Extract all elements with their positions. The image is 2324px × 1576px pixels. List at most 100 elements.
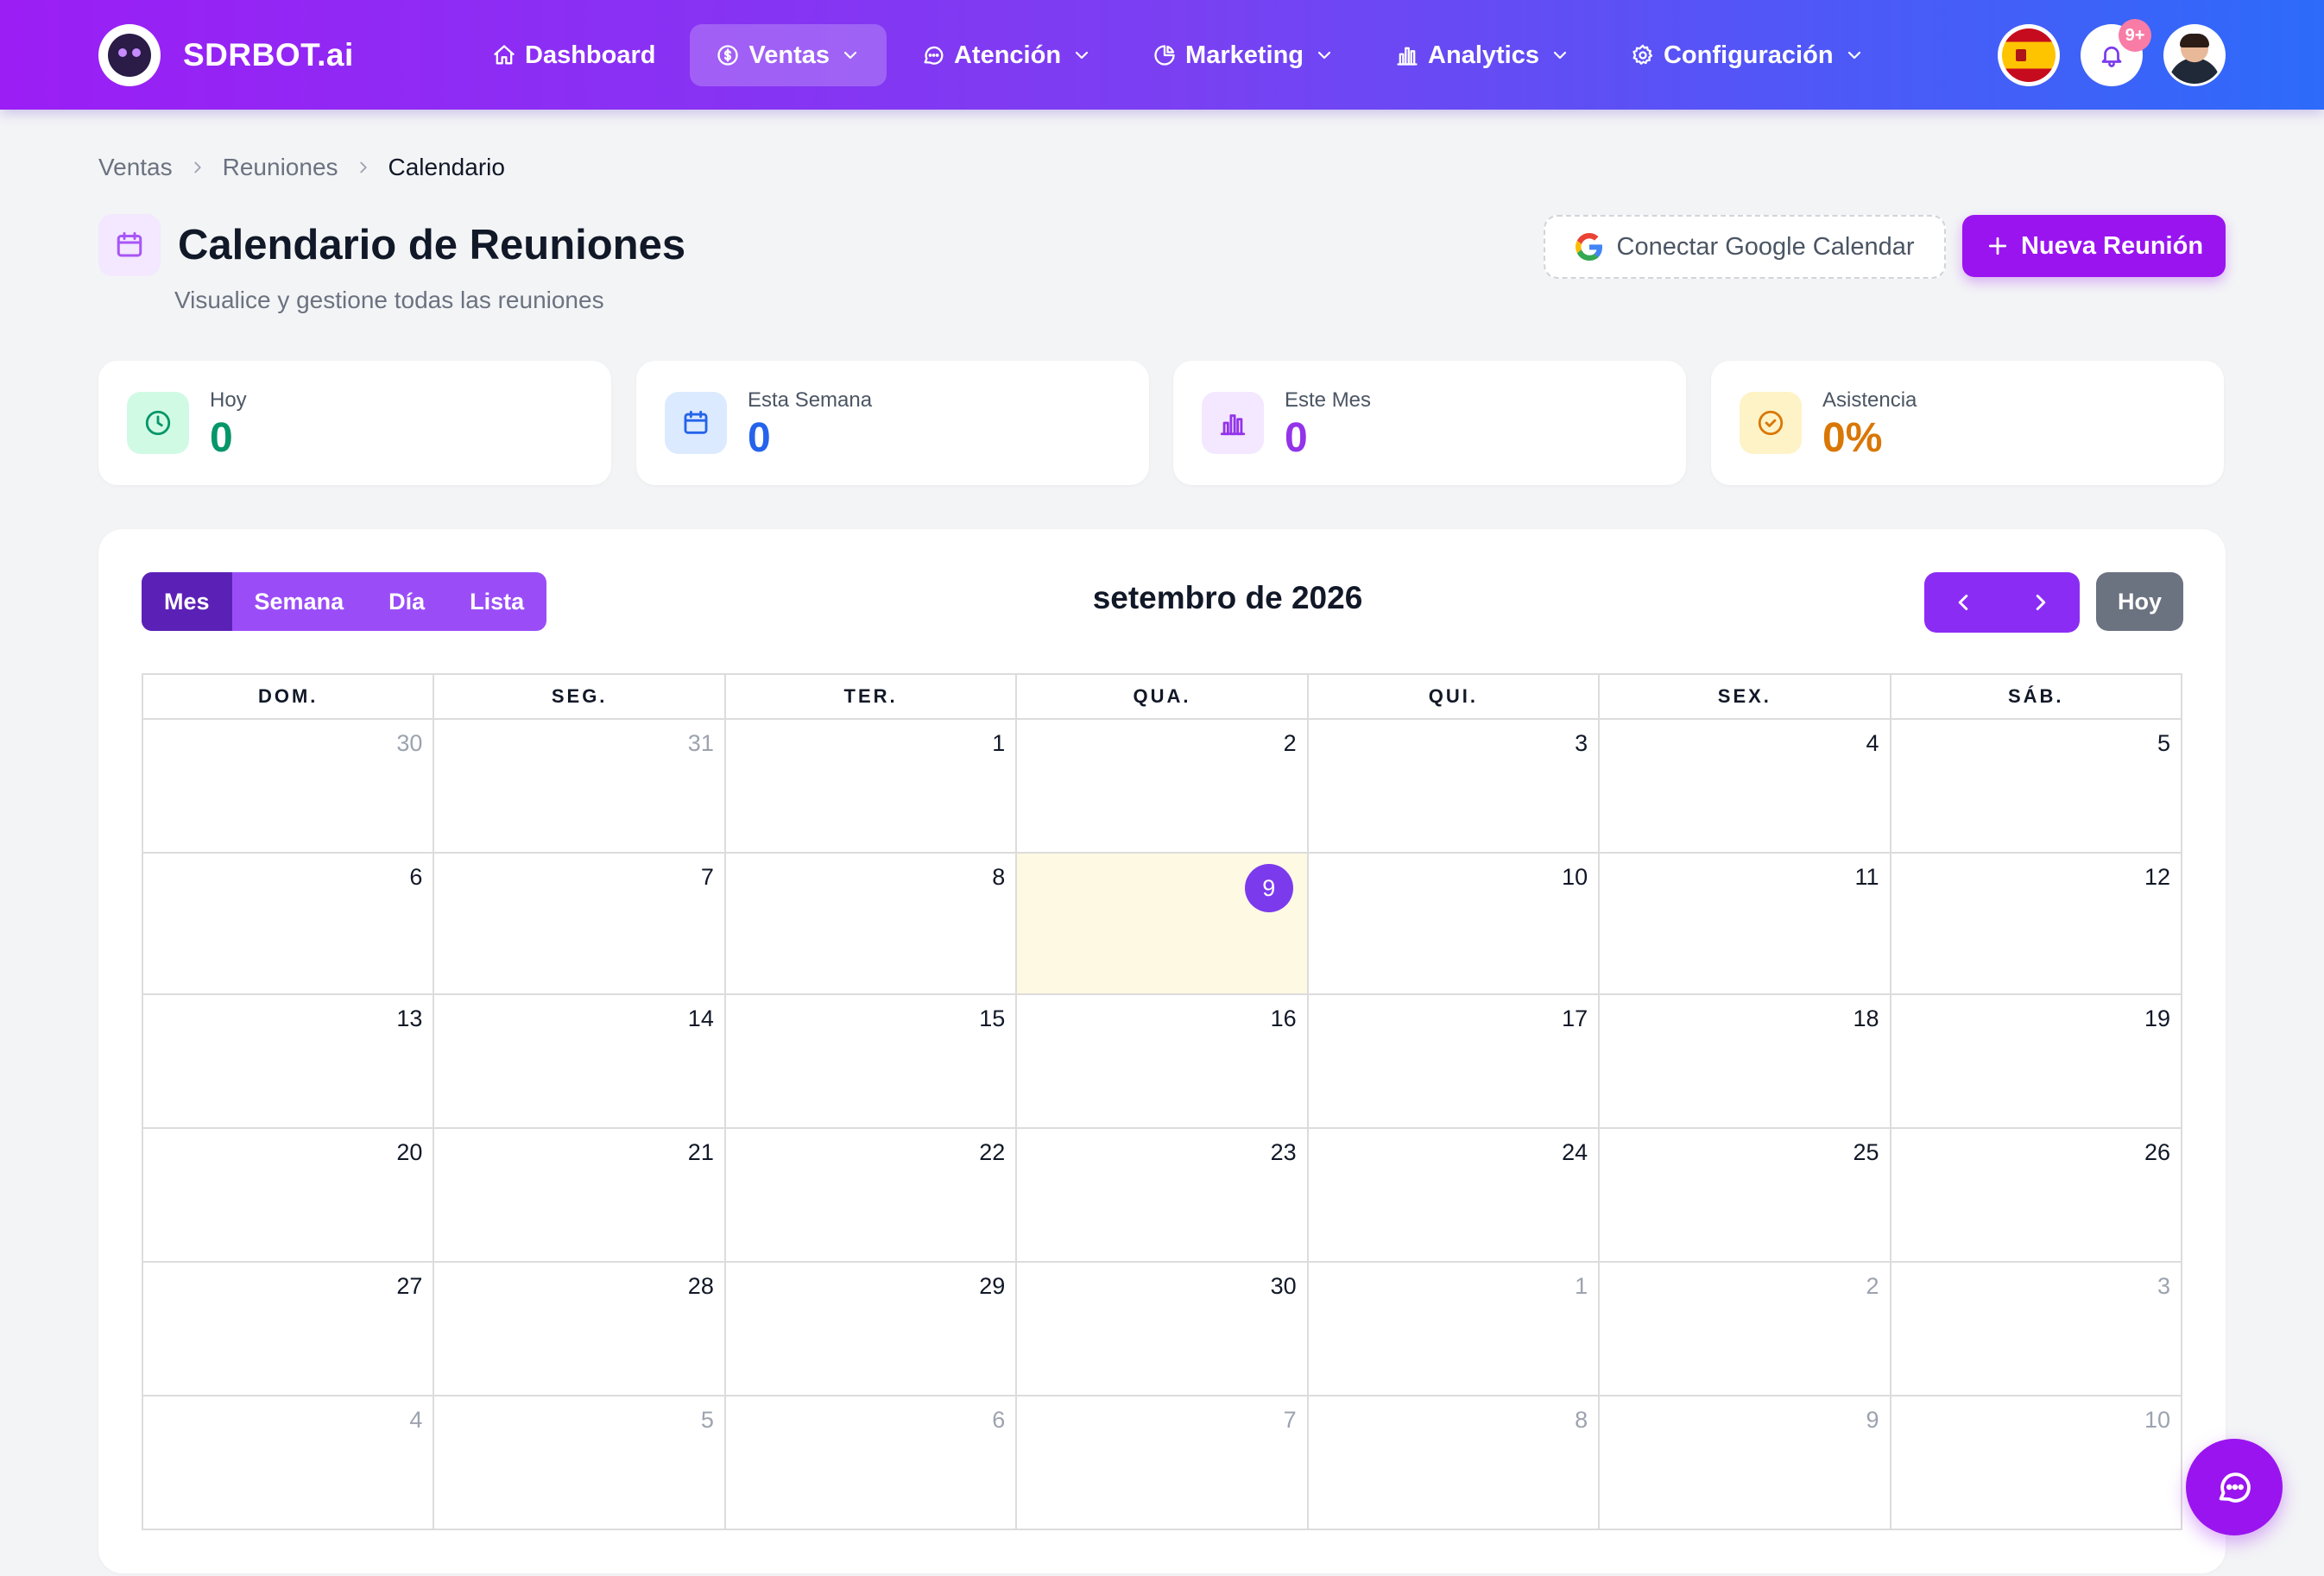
- day-number[interactable]: 8: [1575, 1407, 1588, 1434]
- day-number[interactable]: 7: [1284, 1407, 1297, 1434]
- calendar-day[interactable]: 4: [1600, 720, 1891, 854]
- day-number[interactable]: 5: [2157, 730, 2170, 757]
- nav-item-analytics[interactable]: Analytics: [1369, 24, 1596, 86]
- nav-item-atencion[interactable]: Atención: [895, 24, 1118, 86]
- calendar-day[interactable]: 9: [1600, 1396, 1891, 1530]
- day-number[interactable]: 1: [1575, 1273, 1588, 1300]
- day-number[interactable]: 4: [409, 1407, 422, 1434]
- day-number[interactable]: 5: [701, 1407, 714, 1434]
- calendar-day[interactable]: 25: [1600, 1129, 1891, 1263]
- day-number[interactable]: 10: [2144, 1407, 2170, 1434]
- day-number[interactable]: 9: [1866, 1407, 1879, 1434]
- calendar-day[interactable]: 15: [725, 995, 1018, 1129]
- calendar-day[interactable]: 23: [1017, 1129, 1309, 1263]
- calendar-day[interactable]: 17: [1308, 995, 1601, 1129]
- calendar-day-today[interactable]: 9: [1017, 854, 1309, 995]
- day-number[interactable]: 18: [1854, 1005, 1879, 1032]
- calendar-day[interactable]: 16: [1017, 995, 1309, 1129]
- day-number[interactable]: 10: [1562, 864, 1588, 891]
- calendar-day[interactable]: 11: [1600, 854, 1891, 995]
- view-list-button[interactable]: Lista: [447, 572, 546, 631]
- day-number[interactable]: 13: [396, 1005, 422, 1032]
- calendar-day[interactable]: 8: [1308, 1396, 1601, 1530]
- day-number[interactable]: 16: [1271, 1005, 1297, 1032]
- calendar-day[interactable]: 8: [725, 854, 1018, 995]
- calendar-day[interactable]: 19: [1891, 995, 2182, 1129]
- day-number[interactable]: 20: [396, 1139, 422, 1166]
- calendar-day[interactable]: 27: [143, 1263, 435, 1396]
- calendar-day[interactable]: 3: [1308, 720, 1601, 854]
- calendar-day[interactable]: 21: [434, 1129, 726, 1263]
- calendar-day[interactable]: 10: [1308, 854, 1601, 995]
- user-avatar[interactable]: [2163, 24, 2226, 86]
- calendar-day[interactable]: 30: [143, 720, 435, 854]
- day-number[interactable]: 24: [1562, 1139, 1588, 1166]
- calendar-day[interactable]: 29: [725, 1263, 1018, 1396]
- day-number[interactable]: 27: [396, 1273, 422, 1300]
- day-number[interactable]: 11: [1855, 864, 1879, 891]
- calendar-day[interactable]: 1: [1308, 1263, 1601, 1396]
- day-number[interactable]: 31: [688, 730, 714, 757]
- nav-item-ventas[interactable]: Ventas: [690, 24, 887, 86]
- notifications-button[interactable]: 9+: [2081, 19, 2151, 86]
- calendar-day[interactable]: 5: [434, 1396, 726, 1530]
- breadcrumb-item-ventas[interactable]: Ventas: [98, 154, 173, 181]
- day-number[interactable]: 19: [2144, 1005, 2170, 1032]
- new-meeting-button[interactable]: Nueva Reunión: [1962, 215, 2226, 277]
- day-number[interactable]: 8: [992, 864, 1005, 891]
- day-number[interactable]: 25: [1854, 1139, 1879, 1166]
- chat-support-button[interactable]: [2186, 1439, 2283, 1535]
- calendar-day[interactable]: 6: [725, 1396, 1018, 1530]
- calendar-day[interactable]: 4: [143, 1396, 435, 1530]
- calendar-day[interactable]: 13: [143, 995, 435, 1129]
- calendar-day[interactable]: 28: [434, 1263, 726, 1396]
- calendar-day[interactable]: 30: [1017, 1263, 1309, 1396]
- day-number[interactable]: 1: [992, 730, 1005, 757]
- day-number[interactable]: 30: [1271, 1273, 1297, 1300]
- day-number[interactable]: 21: [688, 1139, 714, 1166]
- next-month-button[interactable]: [2002, 572, 2080, 633]
- language-selector[interactable]: [1998, 24, 2060, 86]
- calendar-day[interactable]: 7: [434, 854, 726, 995]
- today-button[interactable]: Hoy: [2096, 572, 2183, 631]
- breadcrumb-item-reuniones[interactable]: Reuniones: [223, 154, 338, 181]
- day-number[interactable]: 7: [701, 864, 714, 891]
- nav-item-dashboard[interactable]: Dashboard: [466, 24, 681, 86]
- calendar-day[interactable]: 31: [434, 720, 726, 854]
- calendar-day[interactable]: 6: [143, 854, 435, 995]
- calendar-day[interactable]: 2: [1017, 720, 1309, 854]
- day-number[interactable]: 23: [1271, 1139, 1297, 1166]
- calendar-day[interactable]: 2: [1600, 1263, 1891, 1396]
- day-number[interactable]: 17: [1562, 1005, 1588, 1032]
- day-number[interactable]: 28: [688, 1273, 714, 1300]
- day-number[interactable]: 14: [688, 1005, 714, 1032]
- calendar-day[interactable]: 22: [725, 1129, 1018, 1263]
- day-number[interactable]: 2: [1284, 730, 1297, 757]
- day-number[interactable]: 26: [2144, 1139, 2170, 1166]
- day-number[interactable]: 6: [992, 1407, 1005, 1434]
- day-number[interactable]: 4: [1866, 730, 1879, 757]
- prev-month-button[interactable]: [1924, 572, 2002, 633]
- day-number[interactable]: 2: [1866, 1273, 1879, 1300]
- connect-google-calendar-button[interactable]: Conectar Google Calendar: [1544, 215, 1946, 279]
- calendar-day[interactable]: 14: [434, 995, 726, 1129]
- calendar-day[interactable]: 7: [1017, 1396, 1309, 1530]
- view-day-button[interactable]: Día: [366, 572, 447, 631]
- day-number[interactable]: 3: [1575, 730, 1588, 757]
- day-number[interactable]: 9: [1244, 864, 1293, 912]
- calendar-day[interactable]: 3: [1891, 1263, 2182, 1396]
- day-number[interactable]: 30: [396, 730, 422, 757]
- day-number[interactable]: 12: [2144, 864, 2170, 891]
- nav-item-configuracion[interactable]: Configuración: [1605, 24, 1891, 86]
- calendar-day[interactable]: 24: [1308, 1129, 1601, 1263]
- day-number[interactable]: 15: [979, 1005, 1005, 1032]
- nav-item-marketing[interactable]: Marketing: [1127, 24, 1361, 86]
- view-month-button[interactable]: Mes: [142, 572, 232, 631]
- view-week-button[interactable]: Semana: [232, 572, 367, 631]
- brand[interactable]: SDRBOT.ai: [98, 24, 354, 86]
- day-number[interactable]: 29: [979, 1273, 1005, 1300]
- day-number[interactable]: 22: [979, 1139, 1005, 1166]
- calendar-day[interactable]: 20: [143, 1129, 435, 1263]
- calendar-day[interactable]: 10: [1891, 1396, 2182, 1530]
- calendar-day[interactable]: 26: [1891, 1129, 2182, 1263]
